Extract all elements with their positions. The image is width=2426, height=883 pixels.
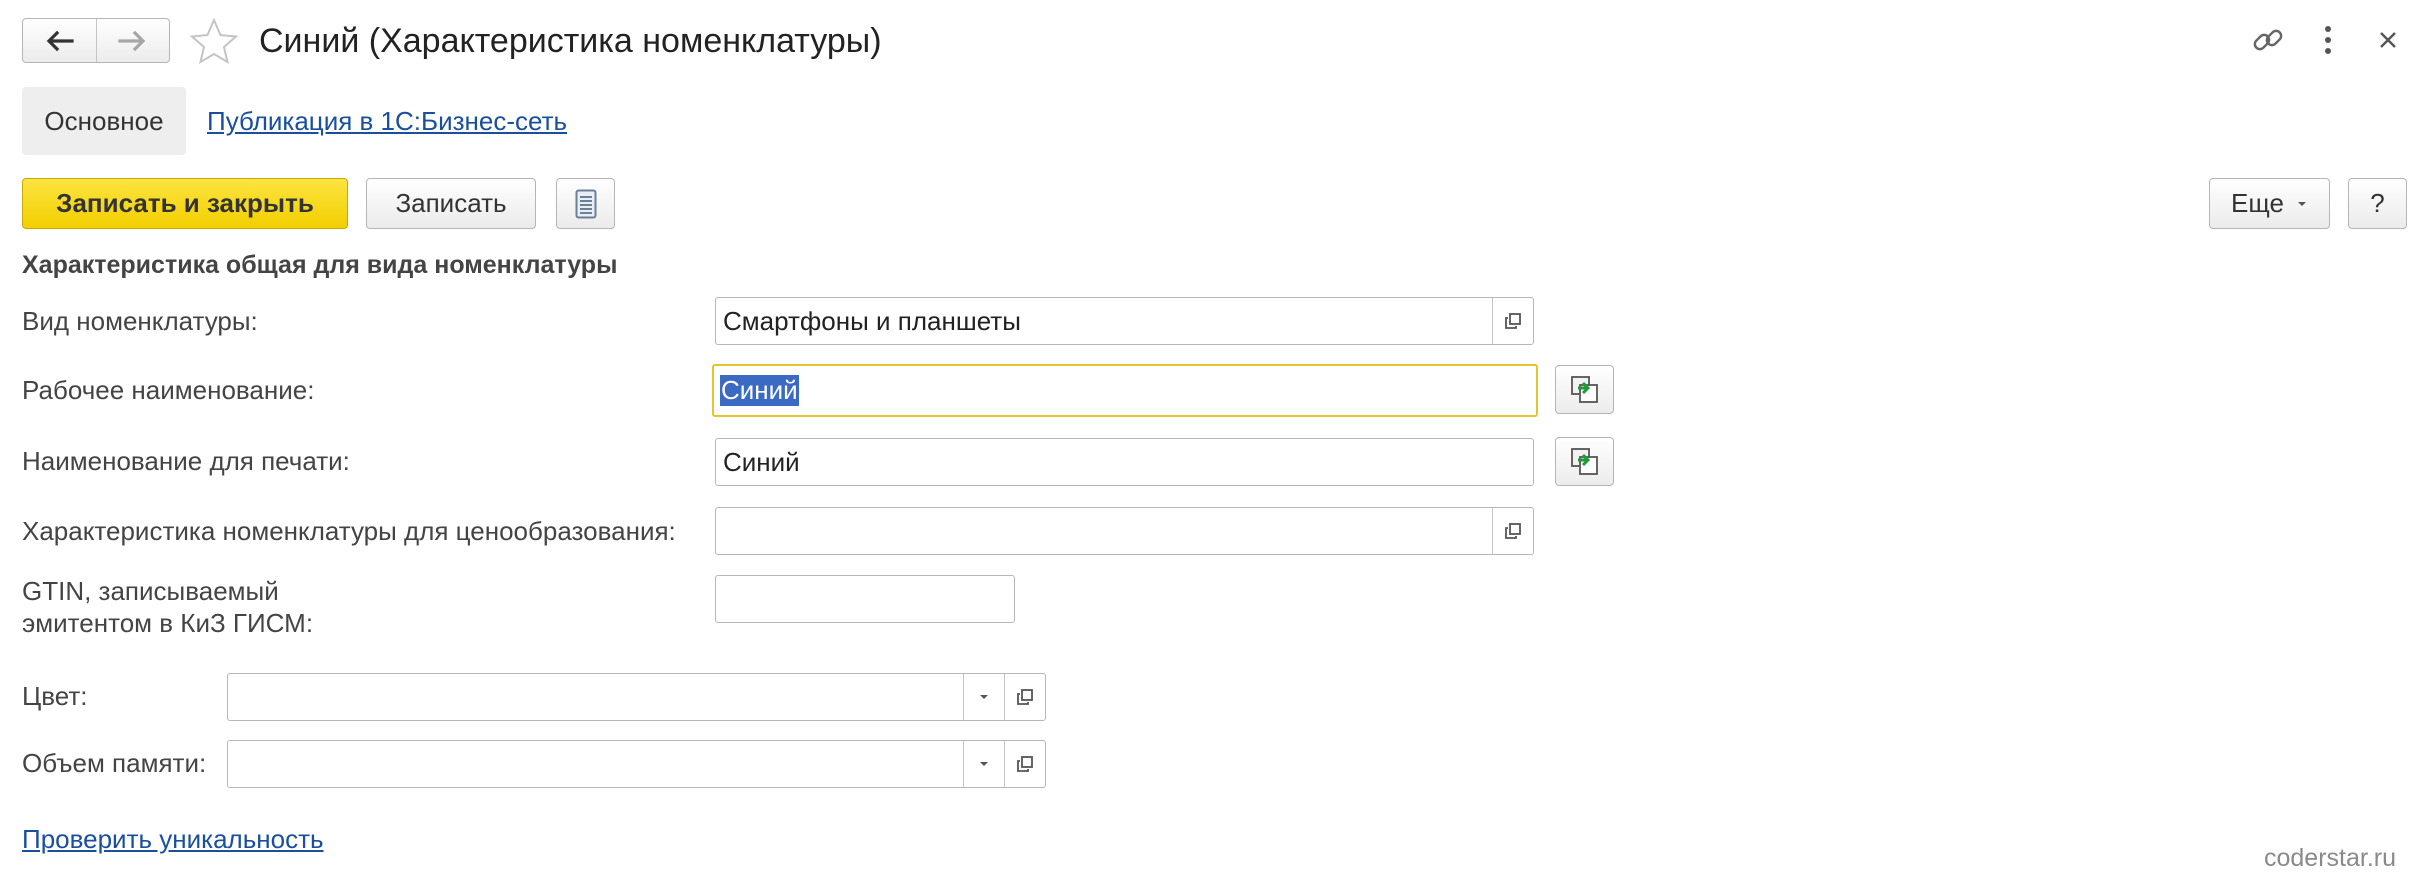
back-button[interactable] bbox=[23, 19, 96, 62]
vertical-dots-icon bbox=[2325, 26, 2331, 54]
print-name-value: Синий bbox=[723, 446, 800, 477]
pricing-char-label: Характеристика номенклатуры для ценообра… bbox=[22, 516, 676, 546]
pricing-char-open-button[interactable] bbox=[1492, 508, 1533, 554]
close-icon bbox=[2380, 32, 2396, 48]
forward-button[interactable] bbox=[95, 19, 170, 62]
more-dropdown-button[interactable]: Еще bbox=[2209, 178, 2330, 229]
open-window-icon bbox=[1505, 523, 1521, 539]
work-name-input[interactable]: Синий bbox=[712, 364, 1538, 417]
tab-main[interactable]: Основное bbox=[22, 87, 186, 155]
color-select[interactable] bbox=[227, 673, 1046, 721]
more-label: Еще bbox=[2231, 188, 2284, 218]
tab-publication[interactable]: Публикация в 1С:Бизнес-сеть bbox=[207, 102, 567, 140]
more-actions-button[interactable] bbox=[2308, 20, 2348, 60]
gtin-label-line1: GTIN, записываемый bbox=[22, 576, 279, 606]
chain-link-icon bbox=[2253, 29, 2283, 51]
copy-green-icon bbox=[1570, 447, 1598, 475]
save-button[interactable]: Записать bbox=[366, 178, 536, 229]
chevron-down-icon bbox=[980, 762, 988, 766]
chevron-down-icon bbox=[2297, 201, 2306, 206]
pricing-char-field[interactable] bbox=[715, 507, 1534, 555]
chevron-down-icon bbox=[980, 695, 988, 699]
print-name-input[interactable]: Синий bbox=[715, 438, 1534, 486]
work-name-value: Синий bbox=[720, 375, 799, 406]
arrow-left-icon bbox=[46, 30, 74, 51]
report-button[interactable] bbox=[556, 178, 615, 229]
document-list-icon bbox=[575, 189, 596, 218]
color-open-button[interactable] bbox=[1004, 674, 1045, 720]
work-name-copy-button[interactable] bbox=[1555, 365, 1614, 414]
check-uniqueness-link[interactable]: Проверить уникальность bbox=[22, 822, 324, 856]
close-button[interactable] bbox=[2368, 20, 2408, 60]
link-button[interactable] bbox=[2248, 20, 2288, 60]
memory-select[interactable] bbox=[227, 740, 1046, 788]
print-name-copy-button[interactable] bbox=[1555, 437, 1614, 486]
help-button[interactable]: ? bbox=[2348, 178, 2407, 229]
work-name-label: Рабочее наименование: bbox=[22, 375, 315, 405]
open-window-icon bbox=[1017, 756, 1033, 772]
kind-open-button[interactable] bbox=[1492, 298, 1533, 344]
memory-dropdown-button[interactable] bbox=[963, 741, 1004, 787]
open-window-icon bbox=[1505, 313, 1521, 329]
color-value bbox=[228, 674, 963, 720]
favorite-star-icon[interactable] bbox=[188, 17, 240, 65]
print-name-label: Наименование для печати: bbox=[22, 446, 350, 476]
color-dropdown-button[interactable] bbox=[963, 674, 1004, 720]
save-and-close-button[interactable]: Записать и закрыть bbox=[22, 178, 348, 229]
watermark: coderstar.ru bbox=[2264, 844, 2397, 872]
section-title: Характеристика общая для вида номенклату… bbox=[22, 251, 618, 279]
kind-value: Смартфоны и планшеты bbox=[723, 305, 1021, 336]
arrow-right-icon bbox=[118, 30, 146, 51]
gtin-input[interactable] bbox=[715, 575, 1015, 623]
copy-green-icon bbox=[1570, 375, 1598, 403]
history-nav bbox=[22, 18, 170, 63]
memory-value bbox=[228, 741, 963, 787]
color-label: Цвет: bbox=[22, 681, 88, 711]
pricing-char-value bbox=[716, 508, 1492, 554]
memory-label: Объем памяти: bbox=[22, 748, 207, 778]
gtin-label-line2: эмитентом в КиЗ ГИСМ: bbox=[22, 608, 314, 638]
page-title: Синий (Характеристика номенклатуры) bbox=[259, 22, 882, 60]
memory-open-button[interactable] bbox=[1004, 741, 1045, 787]
open-window-icon bbox=[1017, 689, 1033, 705]
gtin-value bbox=[716, 576, 1014, 622]
kind-label: Вид номенклатуры: bbox=[22, 306, 258, 336]
kind-field[interactable]: Смартфоны и планшеты bbox=[715, 297, 1534, 345]
